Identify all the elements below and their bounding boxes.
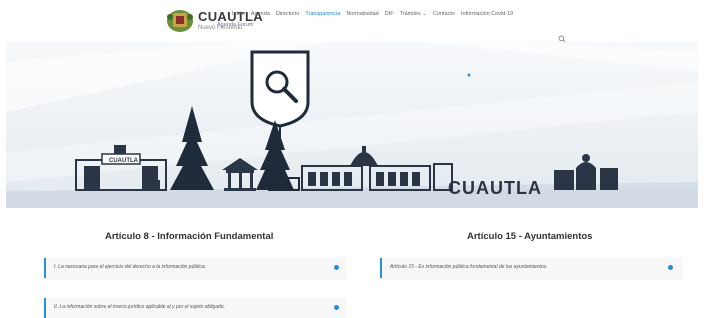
overlap-text: Agenda Forum [217,22,254,28]
nav-item-contacto[interactable]: Contacto [433,11,455,17]
accordion-item[interactable]: I. La necesaria para el ejercicio del de… [44,258,346,278]
hero-town-name: CUAUTLA [448,178,542,198]
municipality-logo[interactable] [164,7,196,33]
section-title-articulo-8: Artículo 8 - Información Fundamental [105,231,274,242]
expand-dot-icon[interactable] [334,265,339,270]
accordion-item-label: Artículo 15 - Es información pública fun… [390,264,548,270]
town-skyline-illustration: CUAUTLA CUAUTLA [6,42,698,208]
nav-item-tramites[interactable]: Trámites ⌄ [400,11,427,17]
arch-sign-text: CUAUTLA [109,158,139,164]
nav-item-agenda[interactable]: Agenda [251,11,270,17]
accordion-item-label: I. La necesaria para el ejercicio del de… [54,264,207,270]
nav-item-transparencia[interactable]: Transparencia [305,11,340,17]
nav-item-normatividad[interactable]: Normatividad [346,11,378,17]
accordion-item-label: II. La información sobre el marco jurídi… [54,304,225,310]
expand-dot-icon[interactable] [334,305,339,310]
nav-item-covid[interactable]: Información Covid-19 [461,11,513,17]
nav-item-directorio[interactable]: Directorio [276,11,300,17]
section-title-articulo-15: Artículo 15 - Ayuntamientos [467,231,593,242]
main-nav: Inicio Agenda Directorio Transparencia N… [232,11,513,17]
hero-banner: CUAUTLA CUAUTLA [6,42,698,208]
site-header: CUAUTLA Nuevo Fecuerdo Agenda Forum Inic… [0,0,704,43]
expand-dot-icon[interactable] [668,265,673,270]
accordion-item[interactable]: Artículo 15 - Es información pública fun… [380,258,682,278]
nav-item-inicio[interactable]: Inicio [232,11,245,17]
accordion-item[interactable]: II. La información sobre el marco jurídi… [44,298,346,318]
nav-item-dif[interactable]: DIF [385,11,394,17]
